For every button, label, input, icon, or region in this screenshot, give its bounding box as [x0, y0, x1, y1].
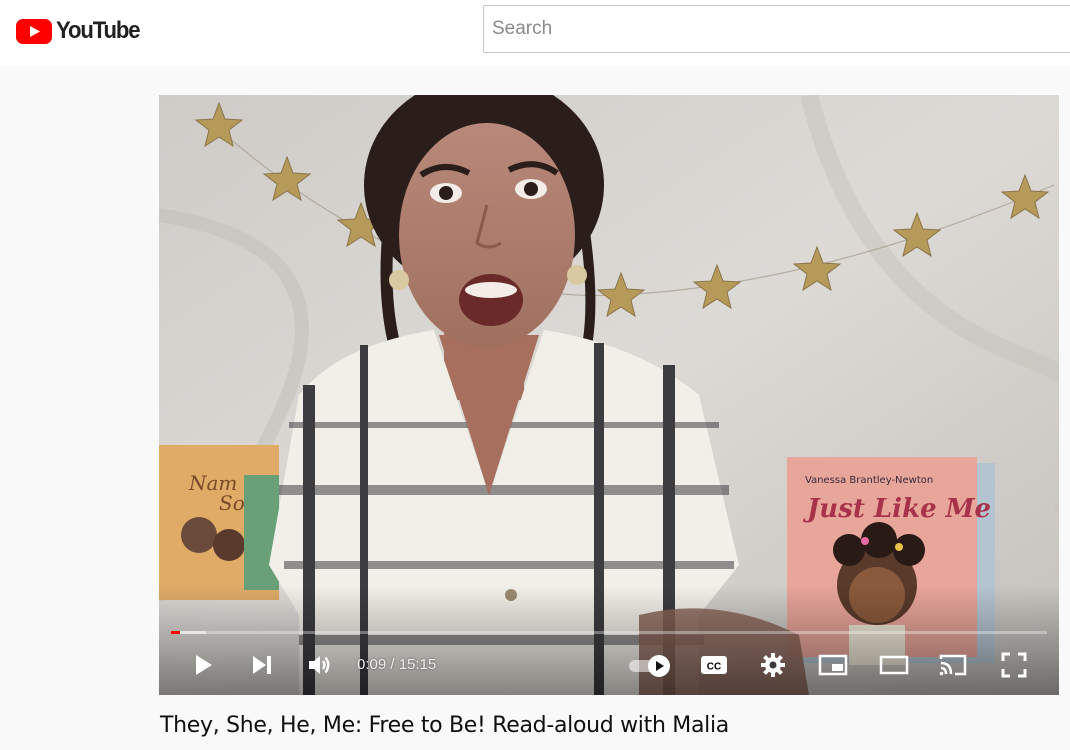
- next-icon: [253, 656, 271, 674]
- miniplayer-button[interactable]: [811, 643, 855, 687]
- svg-text:Vanessa Brantley-Newton: Vanessa Brantley-Newton: [805, 475, 933, 486]
- miniplayer-icon: [818, 654, 848, 676]
- video-title: They, She, He, Me: Free to Be! Read-alou…: [160, 713, 729, 738]
- fullscreen-icon: [1001, 652, 1027, 678]
- time-current: 0:09: [357, 656, 387, 673]
- settings-button[interactable]: [751, 643, 795, 687]
- youtube-logo-text: YouTube: [56, 17, 141, 44]
- time-display: 0:09 / 15:15: [357, 643, 436, 687]
- svg-text:So: So: [219, 491, 245, 515]
- fullscreen-button[interactable]: [992, 643, 1036, 687]
- progress-played: [171, 631, 180, 634]
- svg-text:Just Like Me: Just Like Me: [802, 494, 991, 524]
- play-button[interactable]: [181, 643, 225, 687]
- search-input[interactable]: [483, 5, 1070, 53]
- video-player[interactable]: Nam So Vanessa Brantley-Newton Just Like…: [159, 95, 1059, 695]
- progress-bar[interactable]: [171, 631, 1047, 634]
- volume-icon: [309, 656, 330, 674]
- volume-button[interactable]: [298, 643, 342, 687]
- time-total: 15:15: [398, 656, 437, 673]
- settings-gear-icon: [761, 653, 785, 677]
- cast-button[interactable]: [931, 643, 975, 687]
- youtube-logo[interactable]: YouTube: [16, 18, 147, 44]
- autoplay-toggle-icon: [629, 655, 670, 677]
- top-bar: YouTube: [0, 0, 1070, 66]
- theater-mode-button[interactable]: [872, 643, 916, 687]
- youtube-logo-icon: [16, 18, 52, 44]
- cast-icon: [939, 654, 967, 676]
- play-icon: [196, 655, 212, 675]
- captions-button[interactable]: CC: [692, 643, 736, 687]
- svg-text:CC: CC: [707, 662, 721, 673]
- next-button[interactable]: [240, 643, 284, 687]
- time-separator: /: [386, 656, 399, 673]
- theater-mode-icon: [879, 655, 909, 675]
- captions-icon: CC: [701, 656, 727, 674]
- autoplay-toggle[interactable]: [627, 652, 675, 678]
- player-controls: 0:09 / 15:15 CC: [159, 643, 1059, 687]
